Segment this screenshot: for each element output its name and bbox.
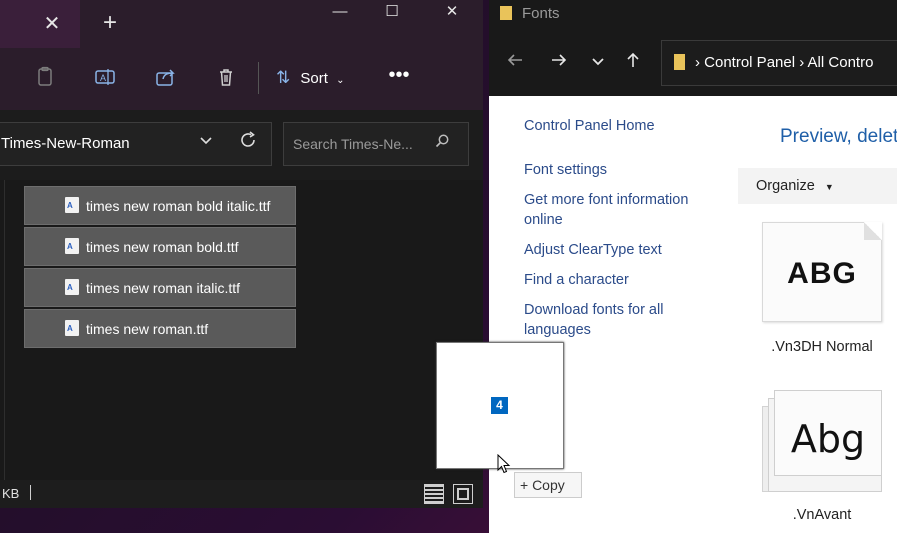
window-title: Fonts	[522, 5, 560, 22]
copy-drop-tooltip: + Copy	[514, 472, 582, 498]
file-item[interactable]: times new roman italic.ttf	[24, 268, 296, 307]
page-heading: Preview, delet	[780, 126, 897, 147]
rename-icon[interactable]: A	[91, 66, 119, 90]
file-item[interactable]: times new roman bold italic.ttf	[24, 186, 296, 225]
forward-arrow-icon[interactable]	[546, 50, 572, 76]
fonts-folder-icon	[500, 6, 512, 20]
refresh-icon[interactable]	[236, 130, 260, 154]
link-more-font-info[interactable]: Get more font information	[524, 190, 688, 210]
organize-button[interactable]: Organize ▼	[738, 168, 897, 204]
chevron-down-icon: ⌄	[336, 75, 345, 86]
link-find-character[interactable]: Find a character	[524, 270, 629, 290]
more-options-button[interactable]: •••	[384, 64, 414, 92]
share-icon[interactable]	[152, 66, 180, 90]
control-panel-address-bar[interactable]: › Control Panel › All Contro	[661, 40, 897, 86]
address-history-chevron-icon[interactable]	[196, 132, 216, 152]
search-box[interactable]: Search Times-Ne...	[283, 122, 469, 166]
address-bar[interactable]: Times-New-Roman	[0, 122, 272, 166]
organize-label: Organize	[756, 178, 815, 194]
minimize-button[interactable]: —	[316, 0, 364, 26]
link-font-settings[interactable]: Font settings	[524, 160, 607, 180]
up-arrow-icon[interactable]	[620, 50, 646, 76]
font-tile[interactable]: Abg	[774, 390, 882, 476]
link-more-font-info-cont[interactable]: online	[524, 210, 563, 230]
tab-close-icon[interactable]: ✕	[38, 10, 66, 38]
delete-icon[interactable]	[212, 66, 240, 90]
search-placeholder: Search Times-Ne...	[293, 136, 413, 152]
breadcrumb: › Control Panel › All Contro	[695, 54, 874, 71]
pane-divider	[4, 180, 5, 480]
control-panel-titlebar: Fonts	[489, 0, 897, 28]
font-file-icon	[65, 238, 79, 254]
copy-label: + Copy	[520, 477, 565, 493]
file-name: times new roman bold.ttf	[86, 239, 239, 255]
font-file-icon	[65, 320, 79, 336]
chevron-down-icon: ▼	[824, 182, 834, 192]
font-tile[interactable]: ABG	[762, 222, 882, 322]
svg-text:A: A	[100, 73, 106, 83]
fonts-folder-icon	[674, 54, 685, 70]
file-name: times new roman bold italic.ttf	[86, 198, 271, 214]
file-name: times new roman.ttf	[86, 321, 209, 337]
link-control-panel-home[interactable]: Control Panel Home	[524, 116, 655, 136]
font-file-icon	[65, 279, 79, 295]
font-sample: Abg	[790, 417, 866, 461]
large-icons-view-icon[interactable]	[453, 484, 473, 504]
sort-icon: ⇅	[276, 68, 291, 87]
sort-label: Sort	[300, 70, 328, 87]
file-item[interactable]: times new roman bold.ttf	[24, 227, 296, 266]
file-item[interactable]: times new roman.ttf	[24, 309, 296, 348]
font-name: .Vn3DH Normal	[771, 339, 873, 355]
new-tab-button[interactable]: +	[96, 10, 124, 38]
toolbar-separator	[258, 62, 259, 94]
status-text: KB	[2, 486, 20, 501]
paste-icon[interactable]	[31, 66, 59, 90]
link-download-fonts-cont[interactable]: languages	[524, 320, 591, 340]
back-arrow-icon[interactable]	[502, 50, 528, 76]
close-button[interactable]: ✕	[428, 0, 476, 26]
file-name: times new roman italic.ttf	[86, 280, 241, 296]
status-separator	[30, 485, 31, 500]
details-view-icon[interactable]	[424, 484, 444, 504]
recent-locations-chevron-icon[interactable]	[585, 50, 611, 76]
sort-button[interactable]: ⇅ Sort ⌄	[276, 64, 358, 92]
link-download-fonts[interactable]: Download fonts for all	[524, 300, 663, 320]
search-icon	[434, 133, 450, 154]
link-adjust-cleartype[interactable]: Adjust ClearType text	[524, 240, 662, 260]
font-name: .VnAvant	[792, 507, 852, 523]
drag-count-badge: 4	[491, 397, 508, 414]
maximize-button[interactable]: ☐	[368, 0, 416, 26]
mouse-cursor-icon	[497, 453, 511, 474]
font-sample: ABG	[787, 257, 857, 290]
status-bar: KB	[0, 480, 483, 508]
font-file-icon	[65, 197, 79, 213]
address-path: Times-New-Roman	[1, 135, 130, 152]
